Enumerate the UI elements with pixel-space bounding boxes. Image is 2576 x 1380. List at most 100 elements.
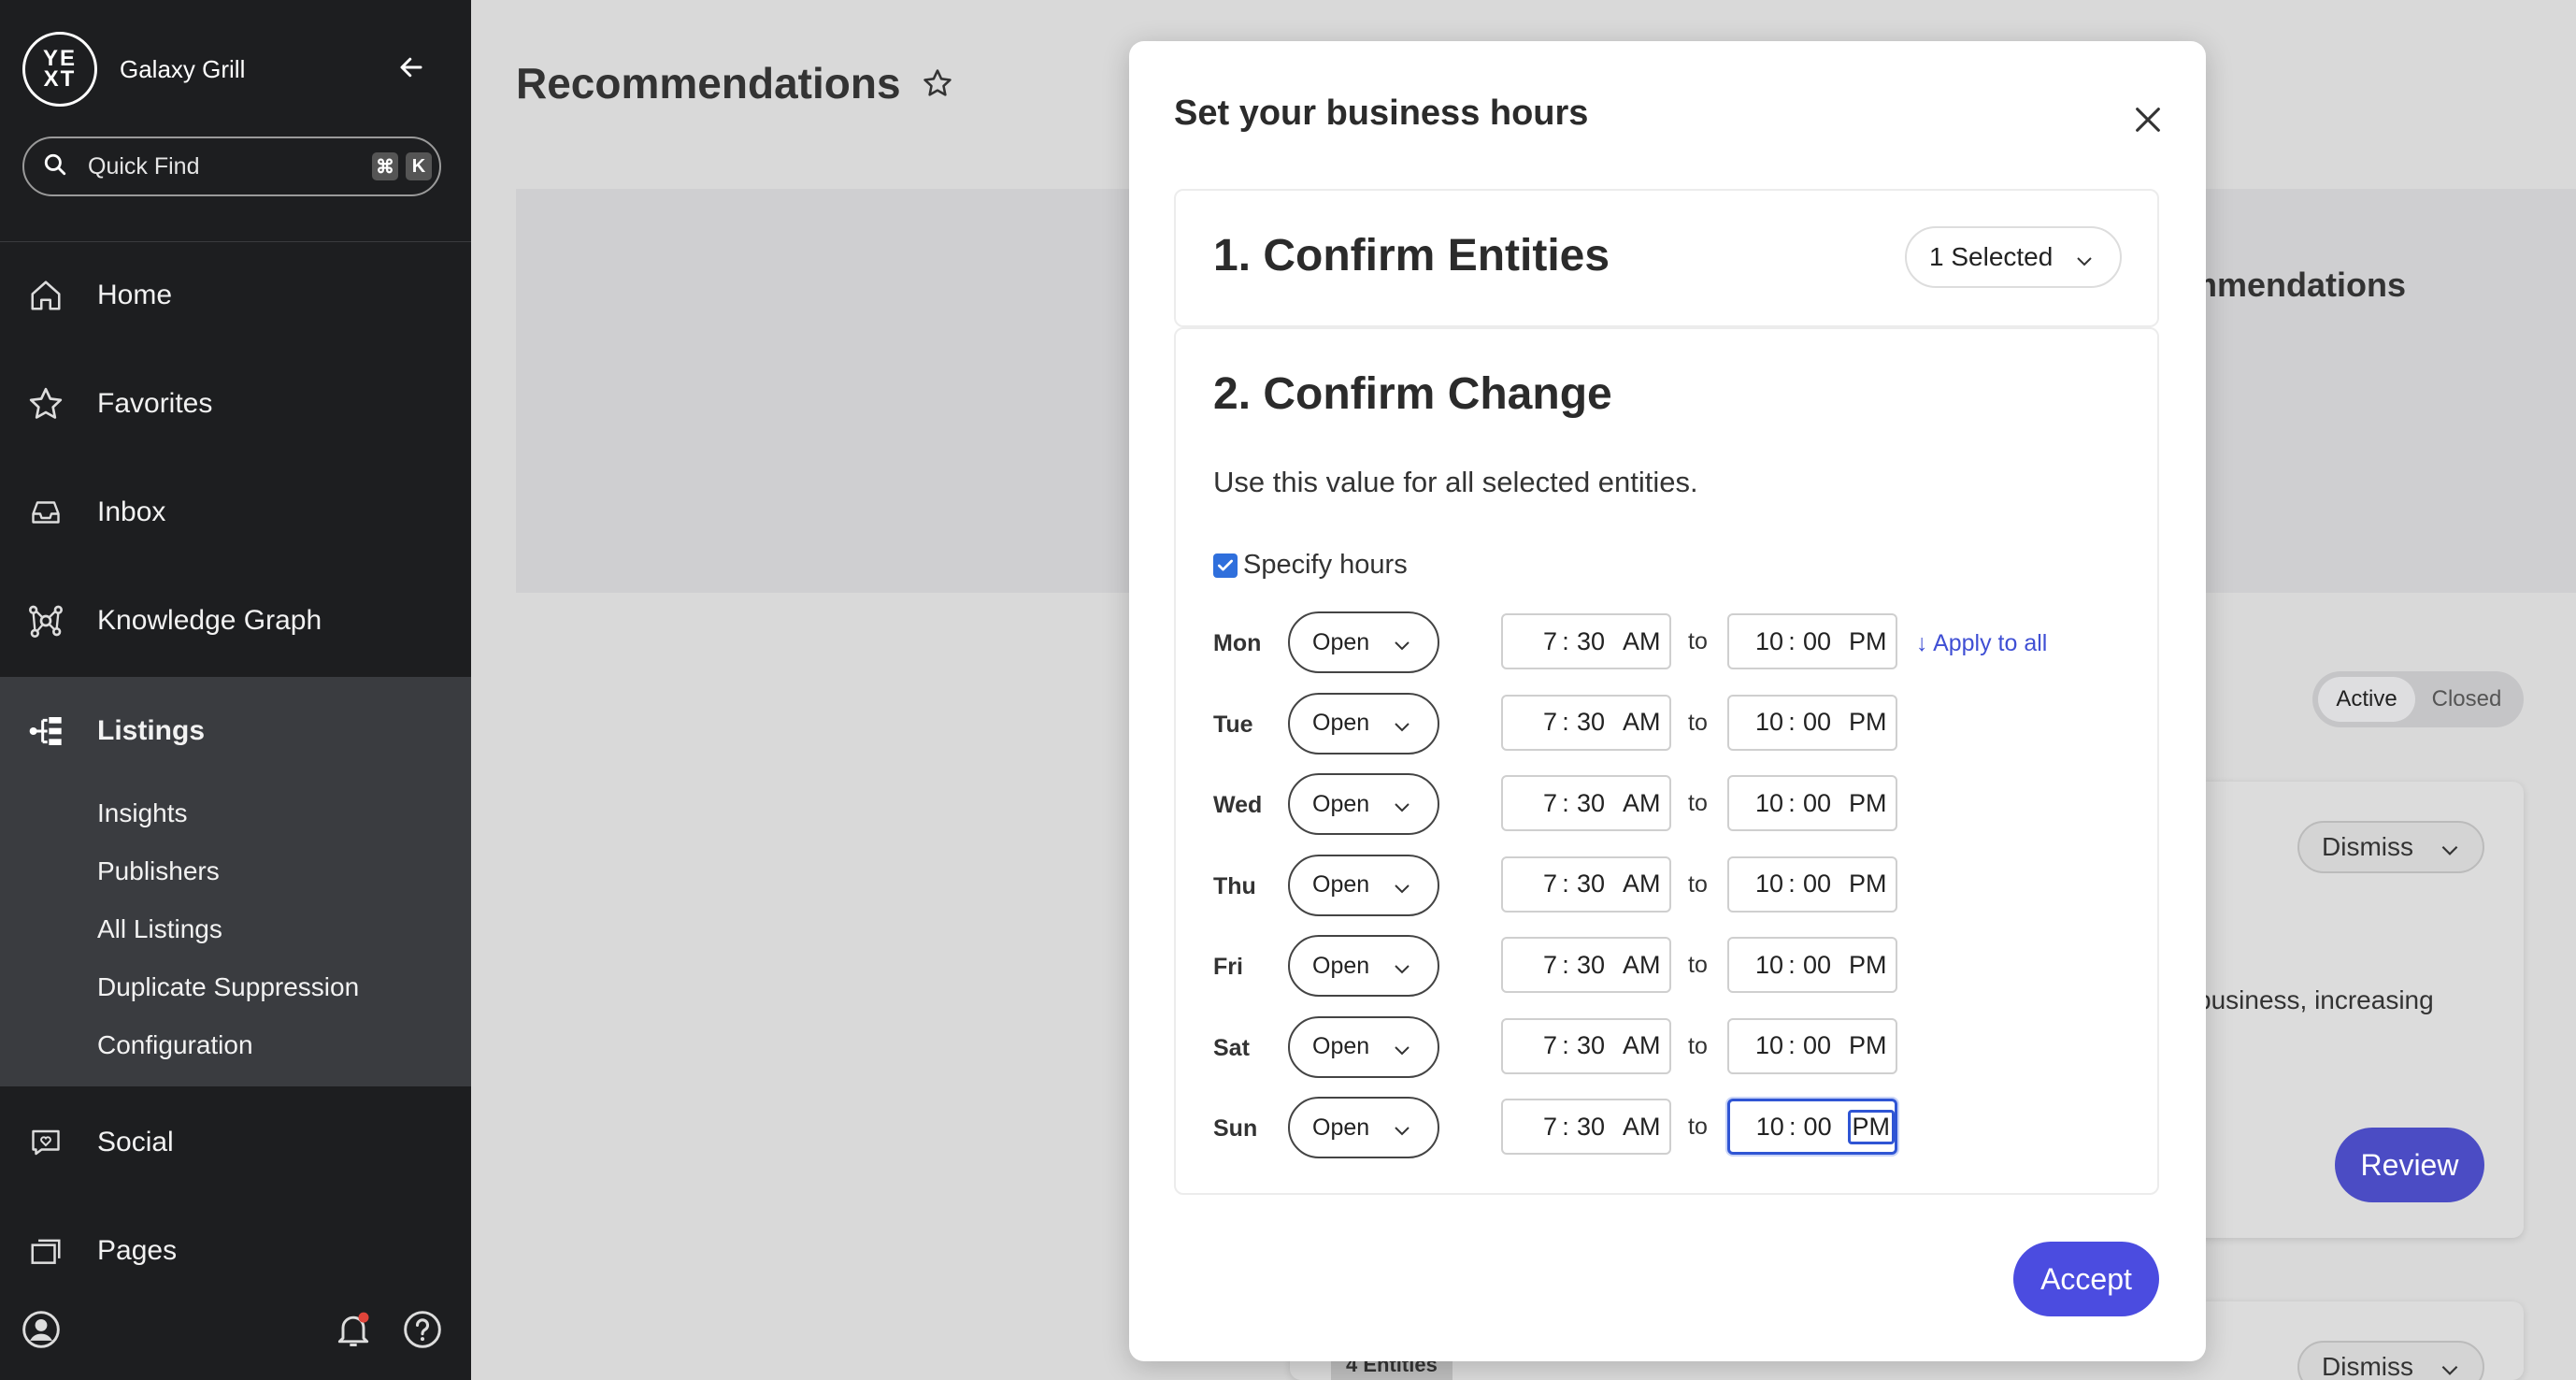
close-minute[interactable]: 00 bbox=[1800, 870, 1834, 898]
close-hour[interactable]: 10 bbox=[1729, 870, 1783, 898]
confirm-change-section: 2. Confirm Change Use this value for all… bbox=[1174, 327, 2159, 1195]
close-minute[interactable]: 00 bbox=[1800, 708, 1834, 737]
close-hour[interactable]: 10 bbox=[1729, 789, 1783, 818]
nav-item-home[interactable]: Home bbox=[0, 241, 471, 350]
open-time-input[interactable]: 7:30 AM bbox=[1501, 1017, 1671, 1074]
help-icon[interactable] bbox=[402, 1309, 443, 1355]
open-ampm[interactable]: AM bbox=[1621, 625, 1663, 658]
open-time-input[interactable]: 7:30 AM bbox=[1501, 937, 1671, 993]
favorite-star-icon[interactable] bbox=[922, 67, 953, 104]
collapse-sidebar-icon[interactable] bbox=[393, 49, 430, 86]
day-status-dropdown[interactable]: Open bbox=[1288, 692, 1439, 755]
listings-icon bbox=[26, 712, 65, 751]
open-minute[interactable]: 30 bbox=[1574, 708, 1608, 737]
entities-selected-dropdown[interactable]: 1 Selected bbox=[1905, 226, 2122, 288]
nav-item-knowledge-graph[interactable]: Knowledge Graph bbox=[0, 567, 471, 675]
user-avatar-icon[interactable] bbox=[21, 1309, 62, 1355]
open-minute[interactable]: 30 bbox=[1574, 951, 1608, 980]
close-ampm[interactable]: PM bbox=[1847, 787, 1889, 820]
close-time-input[interactable]: 10:00 PM bbox=[1727, 855, 1897, 913]
close-minute[interactable]: 00 bbox=[1800, 627, 1834, 656]
day-status-dropdown[interactable]: Open bbox=[1288, 1015, 1439, 1078]
open-hour[interactable]: 7 bbox=[1503, 1113, 1557, 1142]
close-time-input[interactable]: 10:00 PM bbox=[1727, 1017, 1897, 1074]
nav-item-pages[interactable]: Pages bbox=[0, 1197, 471, 1305]
open-ampm[interactable]: AM bbox=[1621, 949, 1663, 982]
subnav-insights[interactable]: Insights bbox=[97, 798, 188, 828]
close-ampm[interactable]: PM bbox=[1847, 706, 1889, 739]
dismiss-dropdown-2[interactable]: Dismiss bbox=[2297, 1341, 2484, 1380]
close-time-input[interactable]: 10:00 PM bbox=[1727, 613, 1897, 669]
open-time-input[interactable]: 7:30 AM bbox=[1501, 694, 1671, 751]
toggle-active[interactable]: Active bbox=[2318, 677, 2415, 722]
day-status-dropdown[interactable]: Open bbox=[1288, 611, 1439, 673]
day-status-dropdown[interactable]: Open bbox=[1288, 773, 1439, 835]
open-ampm[interactable]: AM bbox=[1621, 1111, 1663, 1143]
close-minute[interactable]: 00 bbox=[1800, 789, 1834, 818]
close-time-input[interactable]: 10:00 PM bbox=[1727, 937, 1897, 993]
close-ampm[interactable]: PM bbox=[1847, 949, 1889, 982]
nav-item-inbox[interactable]: Inbox bbox=[0, 458, 471, 567]
open-minute[interactable]: 30 bbox=[1574, 870, 1608, 898]
nav-item-listings[interactable]: Listings bbox=[0, 677, 471, 785]
subnav-configuration[interactable]: Configuration bbox=[97, 1030, 253, 1060]
open-time-input[interactable]: 7:30 AM bbox=[1501, 855, 1671, 913]
day-status-dropdown[interactable]: Open bbox=[1288, 935, 1439, 997]
close-minute[interactable]: 00 bbox=[1801, 1113, 1835, 1142]
close-minute[interactable]: 00 bbox=[1800, 1031, 1834, 1060]
open-ampm[interactable]: AM bbox=[1621, 706, 1663, 739]
close-ampm[interactable]: PM bbox=[1847, 1109, 1895, 1144]
close-hour[interactable]: 10 bbox=[1729, 627, 1783, 656]
toggle-closed[interactable]: Closed bbox=[2415, 677, 2518, 722]
nav-label: Inbox bbox=[97, 496, 166, 527]
open-time-input[interactable]: 7:30 AM bbox=[1501, 1099, 1671, 1155]
notifications-bell-icon[interactable] bbox=[333, 1309, 374, 1355]
chevron-down-icon bbox=[2438, 1358, 2462, 1380]
close-time-input[interactable]: 10:00 PM bbox=[1727, 694, 1897, 751]
open-minute[interactable]: 30 bbox=[1574, 627, 1608, 656]
close-ampm[interactable]: PM bbox=[1847, 1029, 1889, 1062]
open-ampm[interactable]: AM bbox=[1621, 868, 1663, 900]
subnav-duplicate-suppression[interactable]: Duplicate Suppression bbox=[97, 972, 359, 1002]
close-time-input[interactable]: 10:00 PM bbox=[1727, 1099, 1897, 1155]
apply-to-all-link[interactable]: ↓ Apply to all bbox=[1916, 630, 2047, 657]
open-hour[interactable]: 7 bbox=[1503, 870, 1557, 898]
close-ampm[interactable]: PM bbox=[1847, 868, 1889, 900]
brand[interactable]: YE XT Galaxy Grill bbox=[22, 30, 245, 108]
checkbox-checked-icon[interactable] bbox=[1213, 553, 1238, 578]
close-time-input[interactable]: 10:00 PM bbox=[1727, 775, 1897, 831]
open-hour[interactable]: 7 bbox=[1503, 789, 1557, 818]
nav-item-favorites[interactable]: Favorites bbox=[0, 350, 471, 458]
open-ampm[interactable]: AM bbox=[1621, 787, 1663, 820]
close-hour[interactable]: 10 bbox=[1729, 951, 1783, 980]
kbd-cmd: ⌘ bbox=[372, 152, 398, 180]
close-hour[interactable]: 10 bbox=[1730, 1113, 1784, 1142]
quick-find-input[interactable]: Quick Find ⌘ K bbox=[22, 137, 441, 196]
specify-hours-checkbox[interactable]: Specify hours bbox=[1213, 550, 1408, 581]
open-ampm[interactable]: AM bbox=[1621, 1029, 1663, 1062]
subnav-publishers[interactable]: Publishers bbox=[97, 856, 220, 886]
open-hour[interactable]: 7 bbox=[1503, 951, 1557, 980]
day-status-dropdown[interactable]: Open bbox=[1288, 854, 1439, 916]
dismiss-dropdown[interactable]: Dismiss bbox=[2297, 821, 2484, 873]
open-time-input[interactable]: 7:30 AM bbox=[1501, 775, 1671, 831]
close-ampm[interactable]: PM bbox=[1847, 625, 1889, 658]
open-time-input[interactable]: 7:30 AM bbox=[1501, 613, 1671, 669]
open-hour[interactable]: 7 bbox=[1503, 627, 1557, 656]
close-hour[interactable]: 10 bbox=[1729, 1031, 1783, 1060]
open-minute[interactable]: 30 bbox=[1574, 1031, 1608, 1060]
recommendations-heading: mmendations bbox=[2187, 266, 2407, 304]
close-hour[interactable]: 10 bbox=[1729, 708, 1783, 737]
accept-button[interactable]: Accept bbox=[2013, 1242, 2159, 1316]
nav-item-social[interactable]: Social bbox=[0, 1088, 471, 1197]
open-hour[interactable]: 7 bbox=[1503, 708, 1557, 737]
close-minute[interactable]: 00 bbox=[1800, 951, 1834, 980]
open-minute[interactable]: 30 bbox=[1574, 789, 1608, 818]
day-status-dropdown[interactable]: Open bbox=[1288, 1097, 1439, 1158]
status-toggle[interactable]: Active Closed bbox=[2312, 671, 2524, 727]
open-hour[interactable]: 7 bbox=[1503, 1031, 1557, 1060]
open-minute[interactable]: 30 bbox=[1574, 1113, 1608, 1142]
close-icon[interactable] bbox=[2127, 99, 2168, 140]
subnav-all-listings[interactable]: All Listings bbox=[97, 914, 222, 944]
review-button[interactable]: Review bbox=[2335, 1128, 2484, 1202]
